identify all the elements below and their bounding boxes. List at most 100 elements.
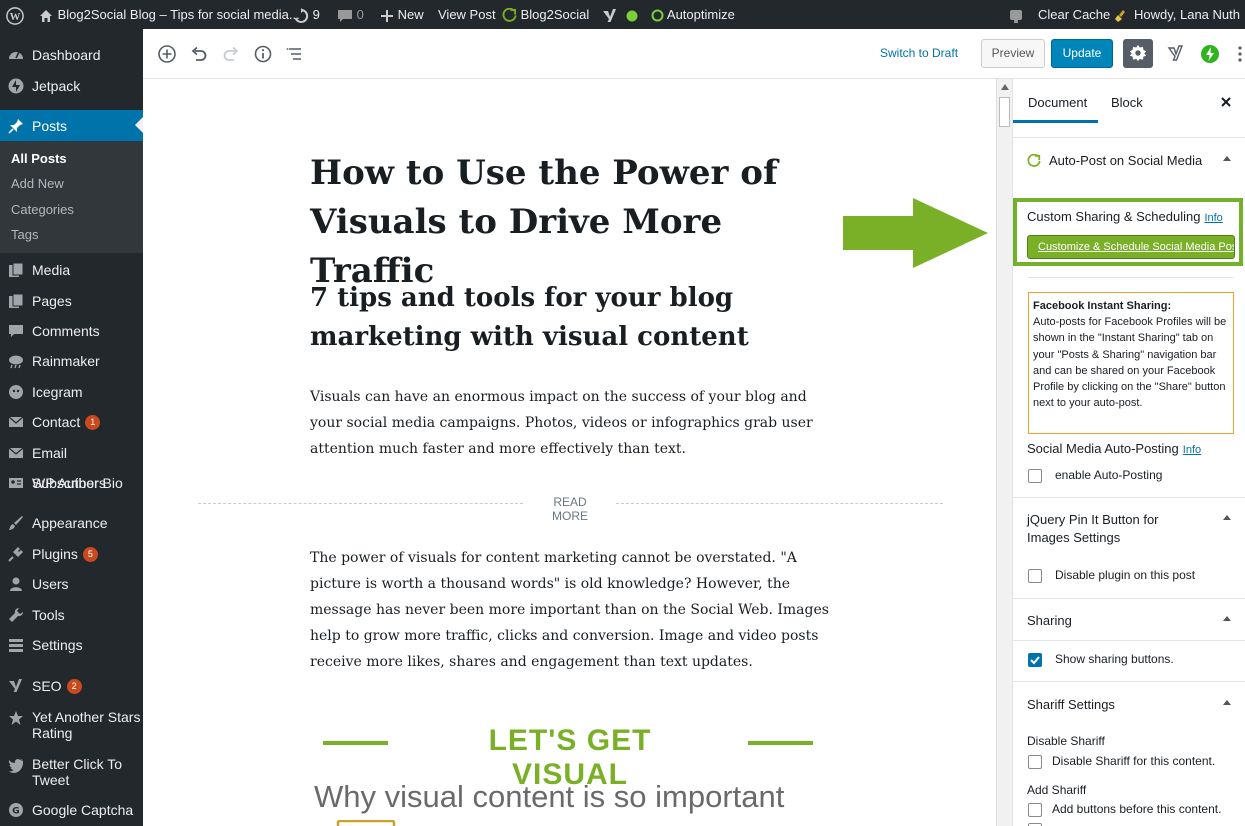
editor-scrollbar[interactable] [996, 79, 1012, 826]
envelope-icon [8, 416, 24, 427]
undo-icon[interactable] [189, 44, 209, 64]
divider [1013, 681, 1245, 682]
paragraph-block-intro[interactable]: Visuals can have an enormous impact on t… [310, 384, 830, 462]
pushpin-icon [8, 119, 23, 134]
disable-plugin-checkbox[interactable] [1028, 569, 1042, 583]
menu-label-pages: Pages [32, 293, 72, 309]
paragraph-block-power[interactable]: The power of visuals for content marketi… [310, 545, 830, 675]
new-label: New [397, 7, 424, 22]
customize-schedule-button[interactable]: Customize & Schedule Social Media Posts [1027, 235, 1235, 259]
yoast-icon[interactable] [1166, 44, 1186, 64]
menu-item-better-click-to-tweet[interactable]: Better Click To Tweet [0, 756, 143, 796]
more-menu-icon[interactable] [1230, 44, 1245, 64]
new-content-link[interactable]: New [380, 0, 424, 29]
menu-label-settings: Settings [32, 637, 83, 653]
menu-item-settings[interactable]: Settings [0, 630, 143, 660]
custom-sharing-info-link[interactable]: Info [1204, 212, 1222, 224]
howdy-user-link[interactable]: Howdy, Lana Nuth [1134, 0, 1240, 29]
menu-label-jetpack: Jetpack [32, 78, 81, 94]
autoptimize-link[interactable]: Autoptimize [651, 0, 735, 29]
menu-item-comments[interactable]: Comments [0, 316, 143, 346]
menu-item-yet-another-stars-rating[interactable]: Yet Another Stars Rating [0, 709, 143, 749]
collapse-caret-icon[interactable] [1223, 515, 1231, 520]
post-subtitle-heading[interactable]: 7 tips and tools for your blog marketing… [310, 279, 810, 357]
post-title[interactable]: How to Use the Power of Visuals to Drive… [310, 149, 850, 296]
menu-item-icegram[interactable]: Icegram [0, 377, 143, 407]
menu-item-plugins[interactable]: Plugins 5 [0, 539, 143, 569]
tab-block[interactable]: Block [1111, 95, 1143, 110]
menu-label-tools: Tools [32, 607, 65, 623]
menu-item-rainmaker[interactable]: Rainmaker [0, 346, 143, 376]
add-block-icon[interactable] [157, 44, 177, 64]
yoast-link[interactable] [601, 0, 617, 29]
read-more-dash-left [198, 503, 523, 504]
read-more-separator[interactable]: READ MORE [198, 493, 943, 523]
switch-to-draft-link[interactable]: Switch to Draft [880, 46, 958, 60]
add-shariff-checkbox[interactable] [1028, 803, 1042, 817]
cache-server-icon[interactable] [1008, 0, 1024, 29]
submenu-all-posts[interactable]: All Posts [11, 149, 67, 169]
collapse-caret-icon[interactable] [1223, 700, 1231, 705]
menu-item-posts[interactable]: Posts [0, 110, 143, 142]
block-navigation-icon[interactable] [285, 44, 305, 64]
pinit-panel-title[interactable]: jQuery Pin It Button for Images Settings [1027, 511, 1202, 547]
add-shariff-label: Add buttons before this content. [1052, 802, 1222, 816]
preview-button[interactable]: Preview [981, 39, 1045, 68]
menu-label-appearance: Appearance [32, 515, 108, 531]
info-icon[interactable] [253, 44, 273, 64]
redo-icon[interactable] [221, 44, 241, 64]
menu-label-bctt: Better Click To Tweet [32, 756, 122, 788]
submenu-tags[interactable]: Tags [11, 225, 38, 245]
menu-item-pages[interactable]: Pages [0, 286, 143, 316]
menu-item-email-subscribers[interactable]: Email Subscribers [0, 438, 143, 491]
submenu-add-new[interactable]: Add New [11, 174, 64, 194]
menu-item-users[interactable]: Users [0, 569, 143, 599]
update-button[interactable]: Update [1051, 39, 1113, 68]
why-visual-content-heading[interactable]: Why visual content is so important [314, 779, 834, 815]
menu-label-dashboard: Dashboard [32, 47, 101, 63]
disable-shariff-checkbox[interactable] [1028, 755, 1042, 769]
menu-item-google-captcha[interactable]: G Google Captcha [0, 795, 143, 825]
menu-item-tools[interactable]: Tools [0, 600, 143, 630]
show-sharing-checkbox[interactable] [1028, 653, 1042, 667]
menu-item-wp-author-bio[interactable]: WP Author Bio [0, 468, 143, 498]
comments-link[interactable]: 0 [337, 0, 364, 29]
green-arrow-icon [843, 198, 988, 268]
plus-icon [381, 9, 393, 22]
menu-item-media[interactable]: Media [0, 255, 143, 285]
collapse-caret-icon[interactable] [1223, 156, 1231, 161]
yasr-line2: Rating [32, 725, 73, 741]
wordpress-logo-icon[interactable]: W [6, 0, 24, 29]
updates-link[interactable]: 9 [293, 0, 320, 29]
site-name-link[interactable]: Blog2Social Blog – Tips for social media… [38, 0, 300, 29]
scrollbar-thumb[interactable] [999, 97, 1010, 127]
menu-label-media: Media [32, 262, 71, 278]
submenu-categories[interactable]: Categories [11, 200, 74, 220]
fb-notice-body: Auto-posts for Facebook Profiles will be… [1033, 316, 1227, 410]
settings-button[interactable] [1123, 39, 1153, 68]
menu-item-appearance[interactable]: Appearance [0, 508, 143, 538]
sharing-panel-title[interactable]: Sharing [1027, 612, 1072, 630]
scroll-up-arrow-icon[interactable] [1000, 83, 1010, 91]
tab-document[interactable]: Document [1028, 95, 1087, 110]
menu-item-seo[interactable]: SEO 2 [0, 671, 143, 701]
menu-item-dashboard[interactable]: Dashboard [0, 40, 143, 70]
menu-item-jetpack[interactable]: Jetpack [0, 71, 143, 101]
collapse-caret-icon[interactable] [1223, 616, 1231, 621]
read-more-label: READ MORE [552, 495, 588, 523]
autopost-panel-title[interactable]: Auto-Post on Social Media [1027, 152, 1207, 170]
social-autopost-info-link[interactable]: Info [1183, 444, 1201, 456]
blog2social-link[interactable]: Blog2Social [502, 0, 589, 29]
clear-cache-link[interactable]: Clear Cache [1038, 0, 1128, 29]
jetpack-bolt-icon[interactable] [1200, 44, 1220, 64]
heading-decor-line-right [748, 741, 813, 745]
shariff-panel-title[interactable]: Shariff Settings [1027, 696, 1115, 714]
close-icon[interactable] [1220, 96, 1232, 108]
enable-autopost-checkbox[interactable] [1028, 469, 1042, 483]
divider [1013, 137, 1245, 138]
posts-submenu: All Posts Add New Categories Tags [0, 141, 143, 253]
view-post-link[interactable]: View Post [438, 0, 496, 29]
menu-item-contact[interactable]: Contact 1 [0, 407, 143, 437]
menu-label-google-captcha: Google Captcha [32, 802, 134, 818]
captcha-icon: G [9, 803, 23, 817]
